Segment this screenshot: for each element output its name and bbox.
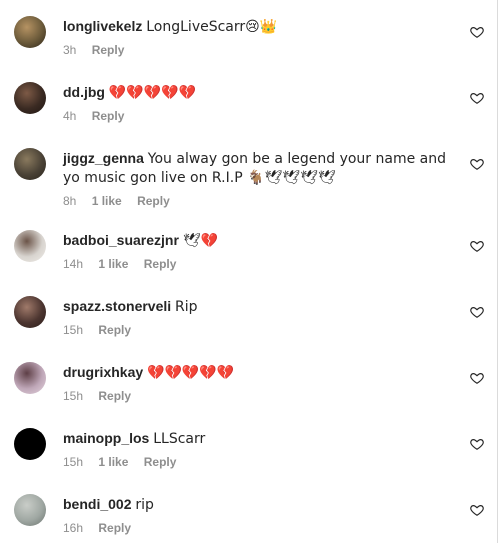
reply-button[interactable]: Reply bbox=[98, 389, 131, 403]
avatar[interactable] bbox=[14, 296, 46, 328]
heart-outline-icon[interactable] bbox=[470, 157, 484, 171]
comment-likes[interactable]: 1 like bbox=[98, 455, 128, 469]
reply-button[interactable]: Reply bbox=[137, 194, 170, 208]
comment-body: jiggz_genna You alway gon be a legend yo… bbox=[63, 149, 448, 208]
comment-item: dd.jbg 💔💔💔💔💔 4h Reply bbox=[0, 82, 497, 148]
heart-outline-icon[interactable] bbox=[470, 503, 484, 517]
comment-meta: 16h Reply bbox=[63, 521, 448, 535]
comment-username[interactable]: longlivekelz bbox=[63, 18, 142, 34]
comment-meta: 15h 1 like Reply bbox=[63, 455, 448, 469]
avatar[interactable] bbox=[14, 16, 46, 48]
heart-outline-icon[interactable] bbox=[470, 437, 484, 451]
comment-body: drugrixhkay 💔💔💔💔💔 15h Reply bbox=[63, 363, 448, 403]
reply-button[interactable]: Reply bbox=[98, 521, 131, 535]
comment-text: 💔💔💔💔💔 bbox=[147, 365, 235, 381]
comment-text: LLScarr bbox=[153, 431, 206, 447]
comment-text: 🕊💔 bbox=[182, 233, 219, 249]
comment-text: LongLiveScarr😢👑 bbox=[146, 19, 278, 35]
comment-item: bendi_002 rip 16h Reply bbox=[0, 494, 497, 560]
comment-text-line: jiggz_genna You alway gon be a legend yo… bbox=[63, 149, 448, 187]
comment-time[interactable]: 14h bbox=[63, 257, 83, 271]
heart-outline-icon[interactable] bbox=[470, 371, 484, 385]
avatar[interactable] bbox=[14, 362, 46, 394]
comment-text-line: dd.jbg 💔💔💔💔💔 bbox=[63, 83, 448, 102]
comment-username[interactable]: bendi_002 bbox=[63, 496, 131, 512]
reply-button[interactable]: Reply bbox=[92, 43, 125, 57]
comment-likes[interactable]: 1 like bbox=[98, 257, 128, 271]
reply-button[interactable]: Reply bbox=[98, 323, 131, 337]
comment-time[interactable]: 3h bbox=[63, 43, 76, 57]
comment-meta: 15h Reply bbox=[63, 323, 448, 337]
reply-button[interactable]: Reply bbox=[92, 109, 125, 123]
reply-button[interactable]: Reply bbox=[144, 455, 177, 469]
comment-meta: 3h Reply bbox=[63, 43, 448, 57]
comment-username[interactable]: mainopp_los bbox=[63, 430, 149, 446]
comment-text: rip bbox=[135, 497, 154, 513]
reply-button[interactable]: Reply bbox=[144, 257, 177, 271]
comment-time[interactable]: 8h bbox=[63, 194, 76, 208]
avatar[interactable] bbox=[14, 82, 46, 114]
comment-text-line: drugrixhkay 💔💔💔💔💔 bbox=[63, 363, 448, 382]
comment-time[interactable]: 15h bbox=[63, 389, 83, 403]
comment-username[interactable]: dd.jbg bbox=[63, 84, 105, 100]
comment-time[interactable]: 15h bbox=[63, 323, 83, 337]
comment-item: mainopp_los LLScarr 15h 1 like Reply bbox=[0, 428, 497, 494]
comment-username[interactable]: badboi_suarezjnr bbox=[63, 232, 179, 248]
comment-text-line: bendi_002 rip bbox=[63, 495, 448, 514]
comment-body: mainopp_los LLScarr 15h 1 like Reply bbox=[63, 429, 448, 469]
comment-body: badboi_suarezjnr 🕊💔 14h 1 like Reply bbox=[63, 231, 448, 271]
avatar[interactable] bbox=[14, 148, 46, 180]
comment-meta: 8h 1 like Reply bbox=[63, 194, 448, 208]
comment-text: Rip bbox=[175, 299, 198, 315]
comment-body: spazz.stonerveli Rip 15h Reply bbox=[63, 297, 448, 337]
comment-item: longlivekelz LongLiveScarr😢👑 3h Reply bbox=[0, 16, 497, 82]
comment-username[interactable]: spazz.stonerveli bbox=[63, 298, 171, 314]
heart-outline-icon[interactable] bbox=[470, 305, 484, 319]
comment-likes[interactable]: 1 like bbox=[92, 194, 122, 208]
avatar[interactable] bbox=[14, 230, 46, 262]
comment-body: bendi_002 rip 16h Reply bbox=[63, 495, 448, 535]
comment-time[interactable]: 16h bbox=[63, 521, 83, 535]
comment-text-line: spazz.stonerveli Rip bbox=[63, 297, 448, 316]
comment-username[interactable]: jiggz_genna bbox=[63, 150, 144, 166]
comment-body: dd.jbg 💔💔💔💔💔 4h Reply bbox=[63, 83, 448, 123]
comment-meta: 14h 1 like Reply bbox=[63, 257, 448, 271]
comment-username[interactable]: drugrixhkay bbox=[63, 364, 143, 380]
avatar[interactable] bbox=[14, 494, 46, 526]
comment-item: drugrixhkay 💔💔💔💔💔 15h Reply bbox=[0, 362, 497, 428]
comment-text-line: longlivekelz LongLiveScarr😢👑 bbox=[63, 17, 448, 36]
comment-item: jiggz_genna You alway gon be a legend yo… bbox=[0, 148, 497, 214]
avatar[interactable] bbox=[14, 428, 46, 460]
comment-meta: 4h Reply bbox=[63, 109, 448, 123]
comment-text-line: mainopp_los LLScarr bbox=[63, 429, 448, 448]
comment-text-line: badboi_suarezjnr 🕊💔 bbox=[63, 231, 448, 250]
heart-outline-icon[interactable] bbox=[470, 25, 484, 39]
heart-outline-icon[interactable] bbox=[470, 239, 484, 253]
comment-body: longlivekelz LongLiveScarr😢👑 3h Reply bbox=[63, 17, 448, 57]
heart-outline-icon[interactable] bbox=[470, 91, 484, 105]
comment-meta: 15h Reply bbox=[63, 389, 448, 403]
comment-time[interactable]: 4h bbox=[63, 109, 76, 123]
comment-item: spazz.stonerveli Rip 15h Reply bbox=[0, 296, 497, 362]
comment-item: badboi_suarezjnr 🕊💔 14h 1 like Reply bbox=[0, 230, 497, 296]
comment-time[interactable]: 15h bbox=[63, 455, 83, 469]
comment-text: 💔💔💔💔💔 bbox=[108, 85, 197, 101]
